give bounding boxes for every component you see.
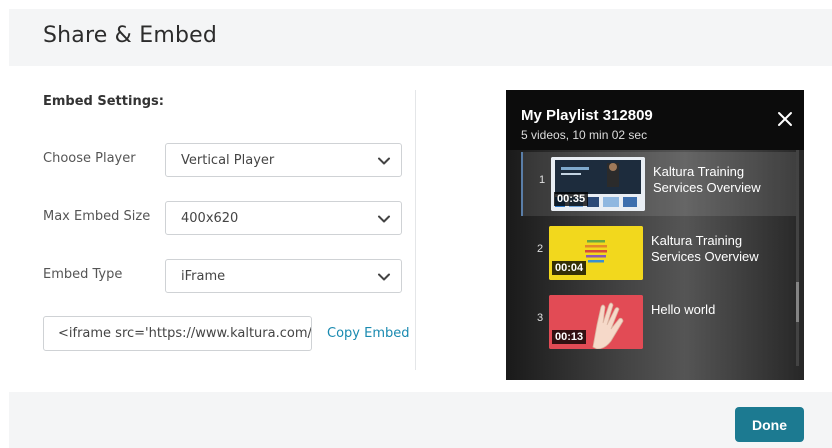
video-duration: 00:13 (552, 330, 587, 344)
choose-player-select[interactable]: Vertical Player (165, 143, 402, 177)
choose-player-label: Choose Player (43, 151, 136, 166)
embed-type-select[interactable]: iFrame (165, 259, 402, 293)
playlist-meta: 5 videos, 10 min 02 sec (521, 128, 648, 142)
copy-embed-link[interactable]: Copy Embed (327, 326, 410, 341)
max-embed-size-label: Max Embed Size (43, 209, 151, 224)
embed-type-value: iFrame (181, 269, 226, 284)
video-duration: 00:04 (552, 261, 587, 275)
video-title: Kaltura Training Services Overview (653, 164, 761, 195)
chevron-down-icon (378, 273, 390, 281)
chevron-down-icon (378, 215, 390, 223)
playlist-item-index: 1 (539, 174, 546, 186)
video-thumbnail: 00:04 (549, 226, 643, 280)
embed-type-label: Embed Type (43, 267, 123, 282)
playlist-item[interactable]: 2 00:04 Kaltura Training Services Overvi… (521, 221, 796, 285)
video-title: Hello world (651, 302, 716, 317)
embed-code-field[interactable]: <iframe src='https://www.kaltura.com/p/ (43, 316, 312, 351)
done-button[interactable]: Done (735, 407, 804, 442)
playlist-item-index: 2 (537, 243, 544, 255)
dialog-footer (9, 392, 832, 448)
embed-code-text: <iframe src='https://www.kaltura.com/p/ (58, 326, 312, 341)
close-icon[interactable] (776, 110, 794, 128)
playlist-player-preview: My Playlist 312809 5 videos, 10 min 02 s… (506, 90, 804, 380)
video-thumbnail: 00:13 (549, 295, 643, 349)
playlist-title: My Playlist 312809 (521, 107, 653, 124)
share-embed-dialog: Share & Embed Embed Settings: Choose Pla… (0, 0, 832, 448)
video-duration: 00:35 (554, 192, 589, 206)
dialog-title: Share & Embed (43, 23, 218, 48)
playlist-item[interactable]: 1 00:35 Kaltura Training Services Overvi… (521, 152, 796, 216)
chevron-down-icon (378, 157, 390, 165)
embed-settings-heading: Embed Settings: (43, 94, 164, 109)
video-title: Kaltura Training Services Overview (651, 233, 759, 264)
playlist-scrollbar[interactable] (796, 150, 799, 366)
playlist-scrollbar-thumb[interactable] (796, 282, 799, 322)
playlist-item-index: 3 (537, 312, 544, 324)
max-embed-size-value: 400x620 (181, 211, 239, 226)
video-thumbnail: 00:35 (551, 157, 645, 211)
playlist-item[interactable]: 3 00:13 Hello world (521, 290, 796, 354)
vertical-divider (415, 90, 416, 370)
dialog-header: Share & Embed (9, 9, 832, 66)
max-embed-size-select[interactable]: 400x620 (165, 201, 402, 235)
choose-player-value: Vertical Player (181, 153, 275, 168)
